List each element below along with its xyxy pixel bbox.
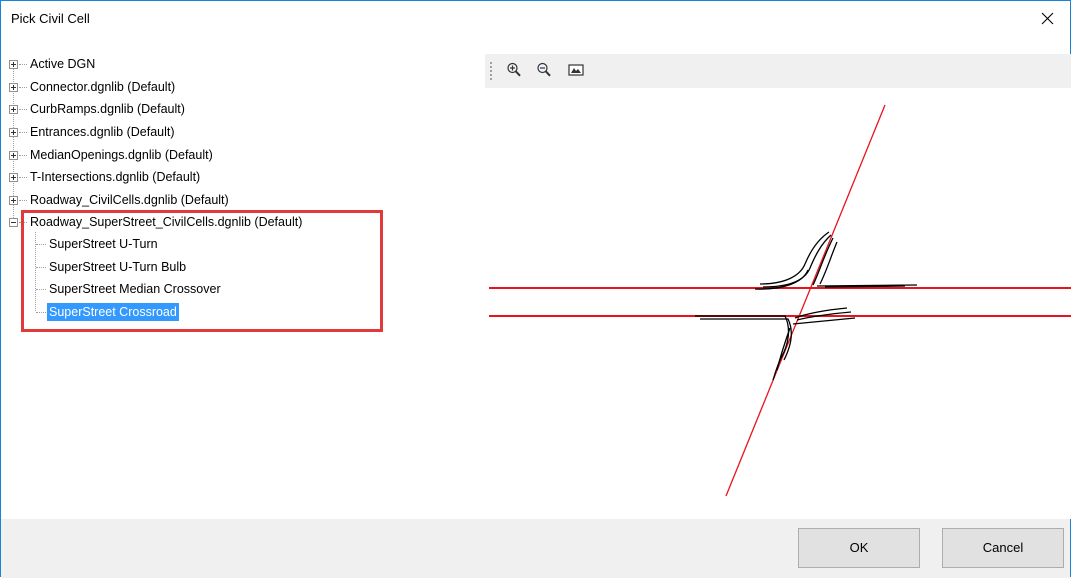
- ok-button[interactable]: OK: [798, 528, 920, 568]
- zoom-in-button[interactable]: [504, 60, 524, 80]
- civil-cell-preview-drawing: [489, 104, 1071, 497]
- tree-node-label: MedianOpenings.dgnlib (Default): [30, 148, 213, 162]
- tree-leaf-superstreet-u-turn[interactable]: SuperStreet U-Turn: [9, 234, 409, 254]
- close-button[interactable]: [1024, 1, 1070, 35]
- cell-preview-panel: [485, 54, 1071, 519]
- tree-node-label: Roadway_CivilCells.dgnlib (Default): [30, 193, 229, 207]
- close-icon: [1041, 12, 1053, 24]
- dialog-title: Pick Civil Cell: [11, 11, 90, 26]
- expand-plus-icon[interactable]: [9, 128, 18, 137]
- expand-plus-icon[interactable]: [9, 83, 18, 92]
- tree-node-label: Entrances.dgnlib (Default): [30, 125, 175, 139]
- tree-node-t-intersections[interactable]: T-Intersections.dgnlib (Default): [9, 167, 469, 187]
- tree-leaf-label: SuperStreet U-Turn Bulb: [49, 260, 187, 274]
- tree-leaf-superstreet-u-turn-bulb[interactable]: SuperStreet U-Turn Bulb: [9, 257, 409, 277]
- tree-leaf-superstreet-median-crossover[interactable]: SuperStreet Median Crossover: [9, 279, 409, 299]
- preview-toolbar: [485, 54, 1071, 88]
- preview-curb-returns-bottom: [695, 307, 856, 381]
- tree-leaf-label-selected: SuperStreet Crossroad: [47, 303, 179, 321]
- tree-leaf-label: SuperStreet U-Turn: [49, 237, 158, 251]
- tree-node-connector[interactable]: Connector.dgnlib (Default): [9, 77, 469, 97]
- preview-canvas[interactable]: [485, 88, 1071, 519]
- cancel-button[interactable]: Cancel: [942, 528, 1064, 568]
- zoom-out-button[interactable]: [534, 60, 554, 80]
- tree-node-roadway-superstreet[interactable]: Roadway_SuperStreet_CivilCells.dgnlib (D…: [9, 212, 469, 232]
- fit-view-button[interactable]: [566, 60, 586, 80]
- tree-node-active-dgn[interactable]: Active DGN: [9, 54, 469, 74]
- zoom-out-icon: [537, 62, 551, 77]
- expand-plus-icon[interactable]: [9, 173, 18, 182]
- button-bar: OK Cancel: [1, 519, 1070, 578]
- preview-road-centerline: [725, 104, 886, 497]
- tree-node-curbramps[interactable]: CurbRamps.dgnlib (Default): [9, 99, 469, 119]
- fit-view-icon: [568, 64, 584, 76]
- tree-node-label: CurbRamps.dgnlib (Default): [30, 102, 185, 116]
- tree-node-roadway-civilcells[interactable]: Roadway_CivilCells.dgnlib (Default): [9, 190, 469, 210]
- expand-plus-icon[interactable]: [9, 196, 18, 205]
- tree-node-entrances[interactable]: Entrances.dgnlib (Default): [9, 122, 469, 142]
- zoom-in-icon: [507, 62, 521, 77]
- title-bar: Pick Civil Cell: [1, 1, 1070, 35]
- collapse-minus-icon[interactable]: [9, 218, 18, 227]
- tree-node-label: Roadway_SuperStreet_CivilCells.dgnlib (D…: [30, 215, 303, 229]
- tree-leaf-superstreet-crossroad[interactable]: SuperStreet Crossroad: [9, 302, 409, 322]
- cell-library-tree[interactable]: Active DGN Connector.dgnlib (Default) Cu…: [9, 54, 479, 519]
- tree-node-label: Connector.dgnlib (Default): [30, 80, 176, 94]
- tree-node-label: Active DGN: [30, 57, 96, 71]
- preview-curb-returns-top: [754, 231, 918, 290]
- tree-node-medianopenings[interactable]: MedianOpenings.dgnlib (Default): [9, 145, 469, 165]
- expand-plus-icon[interactable]: [9, 105, 18, 114]
- expand-plus-icon[interactable]: [9, 60, 18, 69]
- pick-civil-cell-dialog: Pick Civil Cell Active DGN Connector.dgn…: [0, 0, 1071, 578]
- tree-node-label: T-Intersections.dgnlib (Default): [30, 170, 201, 184]
- tree-leaf-label: SuperStreet Median Crossover: [49, 282, 221, 296]
- expand-plus-icon[interactable]: [9, 151, 18, 160]
- toolbar-grip[interactable]: [490, 61, 492, 81]
